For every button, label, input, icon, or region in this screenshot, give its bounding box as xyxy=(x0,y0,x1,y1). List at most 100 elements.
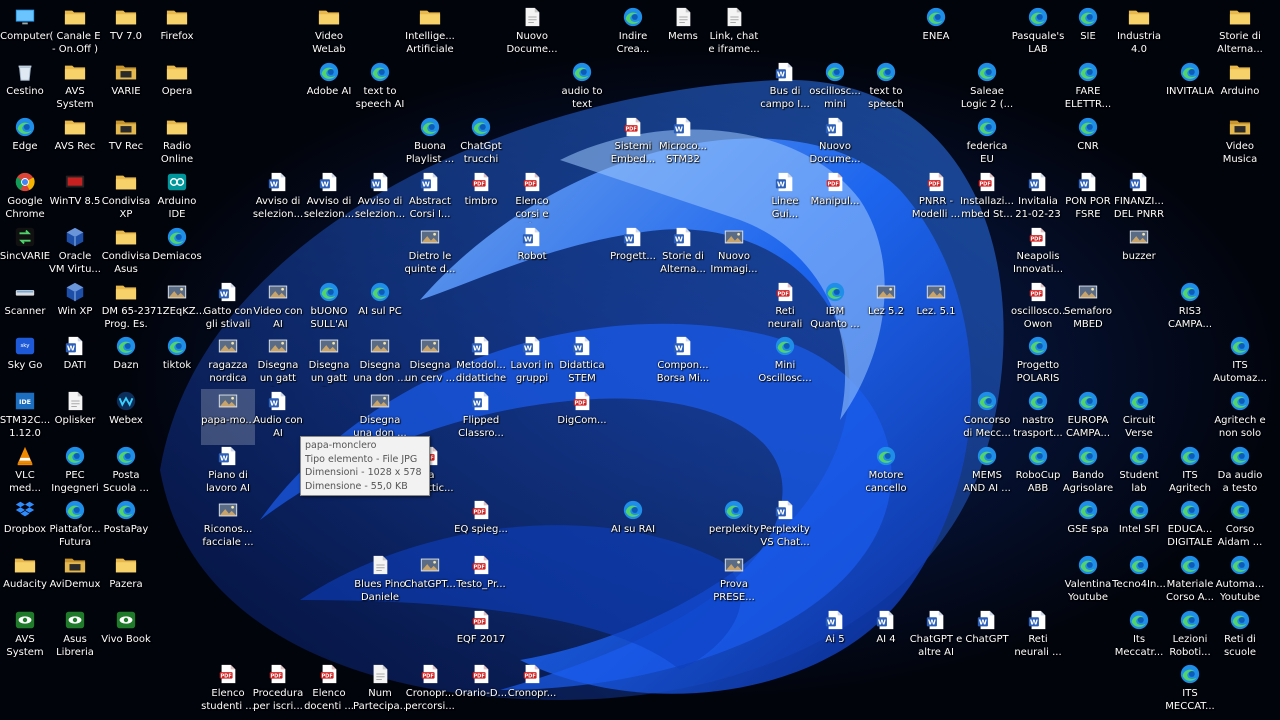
desktop-icon-enea[interactable]: ENEA xyxy=(909,5,963,61)
desktop-icon-oplisker[interactable]: Oplisker xyxy=(48,389,102,445)
desktop-icon-concorso-di-mecc[interactable]: Concorso di Mecc... xyxy=(960,389,1014,445)
desktop-icon-buono-sull-ai[interactable]: bUONO SULL'AI xyxy=(302,280,356,336)
desktop-icon-papa-mo[interactable]: papa-mo... xyxy=(201,389,255,445)
desktop-icon-num-partecipa[interactable]: Num Partecipa... xyxy=(353,662,407,718)
desktop-icon-avviso-di-selezion[interactable]: W Avviso di selezion... xyxy=(251,170,305,226)
desktop-icon-nuovo-immagi[interactable]: Nuovo Immagi... xyxy=(707,225,761,281)
desktop-icon-pec-ingegneri[interactable]: PEC Ingegneri xyxy=(48,444,102,500)
desktop-icon-storie-di-alterna[interactable]: W Storie di Alterna... xyxy=(656,225,710,281)
desktop-icon-lezioni-roboti[interactable]: Lezioni Roboti... xyxy=(1163,608,1217,664)
desktop-icon-disegna-un-cerv[interactable]: Disegna un cerv ... xyxy=(403,334,457,390)
desktop-icon-reti-neurali[interactable]: PDF Reti neurali xyxy=(758,280,812,336)
desktop-icon-pon-por-fsre[interactable]: W PON POR FSRE xyxy=(1061,170,1115,226)
desktop-icon-adobe-ai[interactable]: Adobe AI xyxy=(302,60,356,116)
desktop-icon-fare-elettr[interactable]: FARE ELETTR... xyxy=(1061,60,1115,116)
desktop-icon-tecno4in[interactable]: Tecno4In... xyxy=(1112,553,1166,609)
desktop-icon-da-audio-a-testo[interactable]: Da audio a testo xyxy=(1213,444,1267,500)
desktop-icon-audacity[interactable]: Audacity xyxy=(0,553,52,609)
desktop-icon-digcom[interactable]: PDF DigCom... xyxy=(555,389,609,445)
desktop-icon-vivo-book[interactable]: Vivo Book xyxy=(99,608,153,664)
desktop-icon-automa-youtube[interactable]: Automa... Youtube xyxy=(1213,553,1267,609)
desktop-icon-installazi-mbed-st[interactable]: PDF Installazi... mbed St... xyxy=(960,170,1014,226)
desktop-icon-tiktok[interactable]: tiktok xyxy=(150,334,204,390)
desktop-icon-tv-7-0[interactable]: TV 7.0 xyxy=(99,5,153,61)
desktop-icon-europa-campa[interactable]: EUROPA CAMPA... xyxy=(1061,389,1115,445)
desktop-icon-dm-65-23-prog-es[interactable]: DM 65-23 Prog. Es. xyxy=(99,280,153,336)
desktop-icon-nuovo-docume[interactable]: W Nuovo Docume... xyxy=(808,115,862,171)
desktop-icon-asus-libreria[interactable]: Asus Libreria xyxy=(48,608,102,664)
desktop-icon-microco-stm32[interactable]: W Microco... STM32 xyxy=(656,115,710,171)
desktop-icon-ai-sul-pc[interactable]: AI sul PC xyxy=(353,280,407,336)
desktop-icon-gse-spa[interactable]: GSE spa xyxy=(1061,498,1115,554)
desktop-icon-text-to-speech-ai[interactable]: text to speech AI xyxy=(353,60,407,116)
desktop-icon-its-meccat[interactable]: ITS MECCAT... xyxy=(1163,662,1217,718)
desktop-icon-its-automaz[interactable]: ITS Automaz... xyxy=(1213,334,1267,390)
desktop-icon-abstract-corsi-i[interactable]: W Abstract Corsi I... xyxy=(403,170,457,226)
desktop-icon-storie-di-alterna[interactable]: Storie di Alterna... xyxy=(1213,5,1267,61)
desktop-icon-demiacos[interactable]: Demiacos xyxy=(150,225,204,281)
desktop-icon-disegna-un-gatt-1[interactable]: Disegna un gatt 1... xyxy=(251,334,305,390)
desktop-icon-nuovo-docume[interactable]: Nuovo Docume... xyxy=(505,5,559,61)
desktop-icon-text-to-speech[interactable]: text to speech xyxy=(859,60,913,116)
desktop-icon-flipped-classro[interactable]: W Flipped Classro... xyxy=(454,389,508,445)
desktop-icon-sie[interactable]: SIE xyxy=(1061,5,1115,61)
desktop-icon-blues-pino-daniele-c[interactable]: Blues Pino Daniele c... xyxy=(353,553,407,609)
desktop-icon-video-musica[interactable]: Video Musica xyxy=(1213,115,1267,171)
desktop-icon-google-chrome[interactable]: Google Chrome xyxy=(0,170,52,226)
desktop-icon-sincvarie[interactable]: SincVARIE xyxy=(0,225,52,281)
desktop-icon-ai-5[interactable]: W Ai 5 xyxy=(808,608,862,664)
desktop-icon-chatgpt[interactable]: W ChatGPT xyxy=(960,608,1014,664)
desktop-icon-progetto-polaris[interactable]: Progetto POLARIS xyxy=(1011,334,1065,390)
desktop-icon-dropbox[interactable]: Dropbox xyxy=(0,498,52,554)
desktop-icon-webex[interactable]: Webex xyxy=(99,389,153,445)
desktop-icon-win-xp[interactable]: Win XP xyxy=(48,280,102,336)
desktop-icon-linee-gui[interactable]: W Linee Gui... xyxy=(758,170,812,226)
desktop-icon-wintv-8-5[interactable]: WinTV 8.5 xyxy=(48,170,102,226)
desktop-icon-dazn[interactable]: Dazn xyxy=(99,334,153,390)
desktop-icon-orario-d[interactable]: PDF Orario-D... xyxy=(454,662,508,718)
desktop-icon-gatto-con-gli-stivali[interactable]: W Gatto con gli stivali xyxy=(201,280,255,336)
desktop-icon-educa-digitale[interactable]: EDUCA... DIGITALE xyxy=(1163,498,1217,554)
desktop-icon-agritech-e-non-solo[interactable]: Agritech e non solo xyxy=(1213,389,1267,445)
desktop-icon-procedura-per-iscri[interactable]: PDF Procedura per iscri... xyxy=(251,662,305,718)
desktop-icon-vlc-med[interactable]: VLC med... xyxy=(0,444,52,500)
desktop-icon-valentina-youtube[interactable]: Valentina Youtube xyxy=(1061,553,1115,609)
desktop-icon-lavori-in-gruppi[interactable]: W Lavori in gruppi xyxy=(505,334,559,390)
desktop-icon-oracle-vm-virtu[interactable]: Oracle VM Virtu... xyxy=(48,225,102,281)
desktop-icon-pnrr-modelli[interactable]: PDF PNRR - Modelli ... xyxy=(909,170,963,226)
desktop-icon-canale-e-on-off[interactable]: ( Canale E - On.Off ) xyxy=(48,5,102,61)
desktop-icon-intellige-artificiale[interactable]: Intellige... Artificiale xyxy=(403,5,457,61)
desktop-icon-perplexity-vs-chat[interactable]: W Perplexity VS Chat... xyxy=(758,498,812,554)
desktop-icon-mini-oscillosc[interactable]: Mini Oscillosc... xyxy=(758,334,812,390)
desktop-icon-varie[interactable]: VARIE xyxy=(99,60,153,116)
desktop-icon-bus-di-campo-i[interactable]: W Bus di campo I... xyxy=(758,60,812,116)
desktop-icon-cronopr[interactable]: PDF Cronopr... xyxy=(505,662,559,718)
desktop-icon-reti-neurali[interactable]: W Reti neurali ... xyxy=(1011,608,1065,664)
desktop-icon-lez-5-1[interactable]: Lez. 5.1 xyxy=(909,280,963,336)
desktop-icon-dietro-le-quinte-d[interactable]: Dietro le quinte d... xyxy=(403,225,457,281)
desktop-icon-avs-system[interactable]: AVS System xyxy=(48,60,102,116)
desktop-icon-oscillosc-mini[interactable]: oscillosc... mini xyxy=(808,60,862,116)
desktop-icon-robocup-abb[interactable]: RoboCup ABB xyxy=(1011,444,1065,500)
desktop-icon-chatgpt-e-altre-ai[interactable]: W ChatGPT e altre AI xyxy=(909,608,963,664)
desktop-icon-71zeqkz[interactable]: 71ZEqKZ... xyxy=(150,280,204,336)
desktop-icon-video-welab[interactable]: Video WeLab xyxy=(302,5,356,61)
desktop-icon-link-chat-e-iframe[interactable]: Link, chat e iframe... xyxy=(707,5,761,61)
desktop-icon-riconos-facciale[interactable]: Riconos... facciale ... xyxy=(201,498,255,554)
desktop-icon-perplexity[interactable]: perplexity xyxy=(707,498,761,554)
desktop-icon-radio-online[interactable]: Radio Online xyxy=(150,115,204,171)
desktop-icon-computer[interactable]: Computer xyxy=(0,5,52,61)
desktop[interactable]: Computer Cestino Edge Google Chrome SincVARI… xyxy=(0,0,1280,720)
desktop-icon-invitalia[interactable]: INVITALIA xyxy=(1163,60,1217,116)
desktop-icon-compon-borsa-mi[interactable]: W Compon... Borsa Mi... xyxy=(656,334,710,390)
desktop-icon-indire-crea[interactable]: Indire Crea... xyxy=(606,5,660,61)
desktop-icon-arduino[interactable]: Arduino xyxy=(1213,60,1267,116)
desktop-icon-avs-system[interactable]: AVS System xyxy=(0,608,52,664)
desktop-icon-timbro[interactable]: PDF timbro xyxy=(454,170,508,226)
desktop-icon-saleae-logic-2[interactable]: Saleae Logic 2 (... xyxy=(960,60,1014,116)
desktop-icon-sky-go[interactable]: sky Sky Go xyxy=(0,334,52,390)
desktop-icon-edge[interactable]: Edge xyxy=(0,115,52,171)
desktop-icon-ai-4[interactable]: W AI 4 xyxy=(859,608,913,664)
desktop-icon-chatgpt-trucchi[interactable]: ChatGpt trucchi xyxy=(454,115,508,171)
desktop-icon-federica-eu[interactable]: federica EU xyxy=(960,115,1014,171)
